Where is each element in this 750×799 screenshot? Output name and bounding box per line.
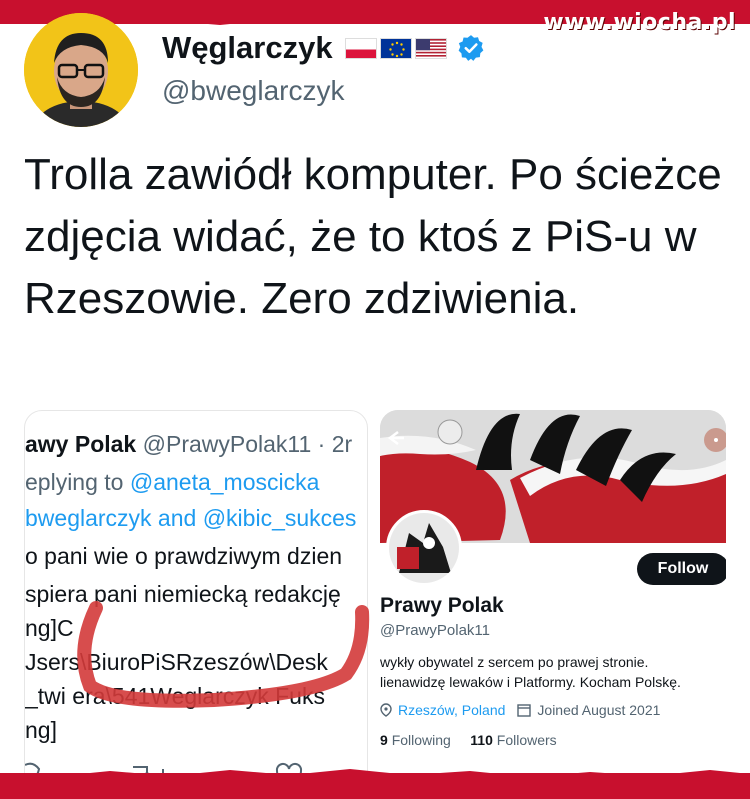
profile-name: Prawy Polak [380,594,504,617]
profile-bio-line-2: lienawidzę lewaków i Platformy. Kocham P… [380,674,681,690]
reply-screenshot-card: awy Polak @PrawyPolak11 · 2r eplying to … [24,410,368,790]
following-count: 9 [380,732,388,748]
replying-to-line: eplying to @aneta_moscicka [25,469,319,496]
bottom-red-band [0,773,750,799]
author-avatar[interactable] [24,13,138,127]
mention-aneta[interactable]: @aneta_moscicka [130,469,320,495]
profile-location[interactable]: Rzeszów, Poland [398,702,505,718]
profile-stats: 9 Following 110 Followers [380,732,557,748]
reply-header: awy Polak @PrawyPolak11 · 2r [25,431,352,458]
followers-label: Followers [496,732,557,748]
follow-button[interactable]: Follow [637,553,726,585]
reply-author-name: awy Polak [25,431,143,457]
author-row: Węglarczyk [162,30,485,66]
profile-handle: @PrawyPolak11 [380,622,490,639]
verified-badge-icon [458,35,483,61]
followers-count: 110 [470,732,493,748]
profile-meta: Rzeszów, Poland Joined August 2021 [380,702,660,718]
reply-author-handle: @PrawyPolak11 · 2r [142,431,353,457]
following-stat[interactable]: 9 Following [380,732,451,748]
author-name[interactable]: Węglarczyk [162,30,333,66]
profile-avatar[interactable] [386,510,462,586]
profile-joined: Joined August 2021 [537,702,661,718]
reply-text-line-6: ng] [25,717,57,743]
watermark: www.wiocha.pl [543,10,736,35]
followers-stat[interactable]: 110 Followers [470,732,556,748]
profile-bio-line-1: wykły obywatel z sercem po prawej stroni… [380,654,649,670]
replying-to-label: eplying to [25,469,130,495]
flag-poland-icon [344,37,377,59]
mention-kibic[interactable]: @kibic_sukces [203,505,357,531]
author-handle[interactable]: @bweglarczyk [162,75,344,107]
reply-text-line-1: o pani wie o prawdziwym dzien [25,543,343,569]
reply-text-line-4: Jsers\BiuroPiSRzeszów\Desk [25,649,328,675]
mentions-line: bweglarczyk and @kibic_sukces [25,505,356,532]
flag-eu-icon [379,37,412,59]
location-pin-icon [380,703,392,717]
reply-text-line-2: spiera pani niemiecką redakcję [25,581,341,607]
reply-text-line-3: ng]C [25,615,74,641]
calendar-icon [517,704,532,717]
mention-bweglarczyk[interactable]: bweglarczyk [25,505,152,531]
mentions-and: and [151,505,203,531]
reply-text-line-5: _twi era\541Weglarczyk Fuks [25,683,325,709]
following-label: Following [391,732,451,748]
flag-group [344,37,447,59]
profile-bio: wykły obywatel z sercem po prawej stroni… [380,652,720,692]
flag-usa-icon [414,37,447,59]
profile-screenshot-card: Follow Prawy Polak @PrawyPolak11 wykły o… [380,410,726,790]
tweet-text: Trolla zawiódł komputer. Po ścieżce zdję… [24,150,722,323]
